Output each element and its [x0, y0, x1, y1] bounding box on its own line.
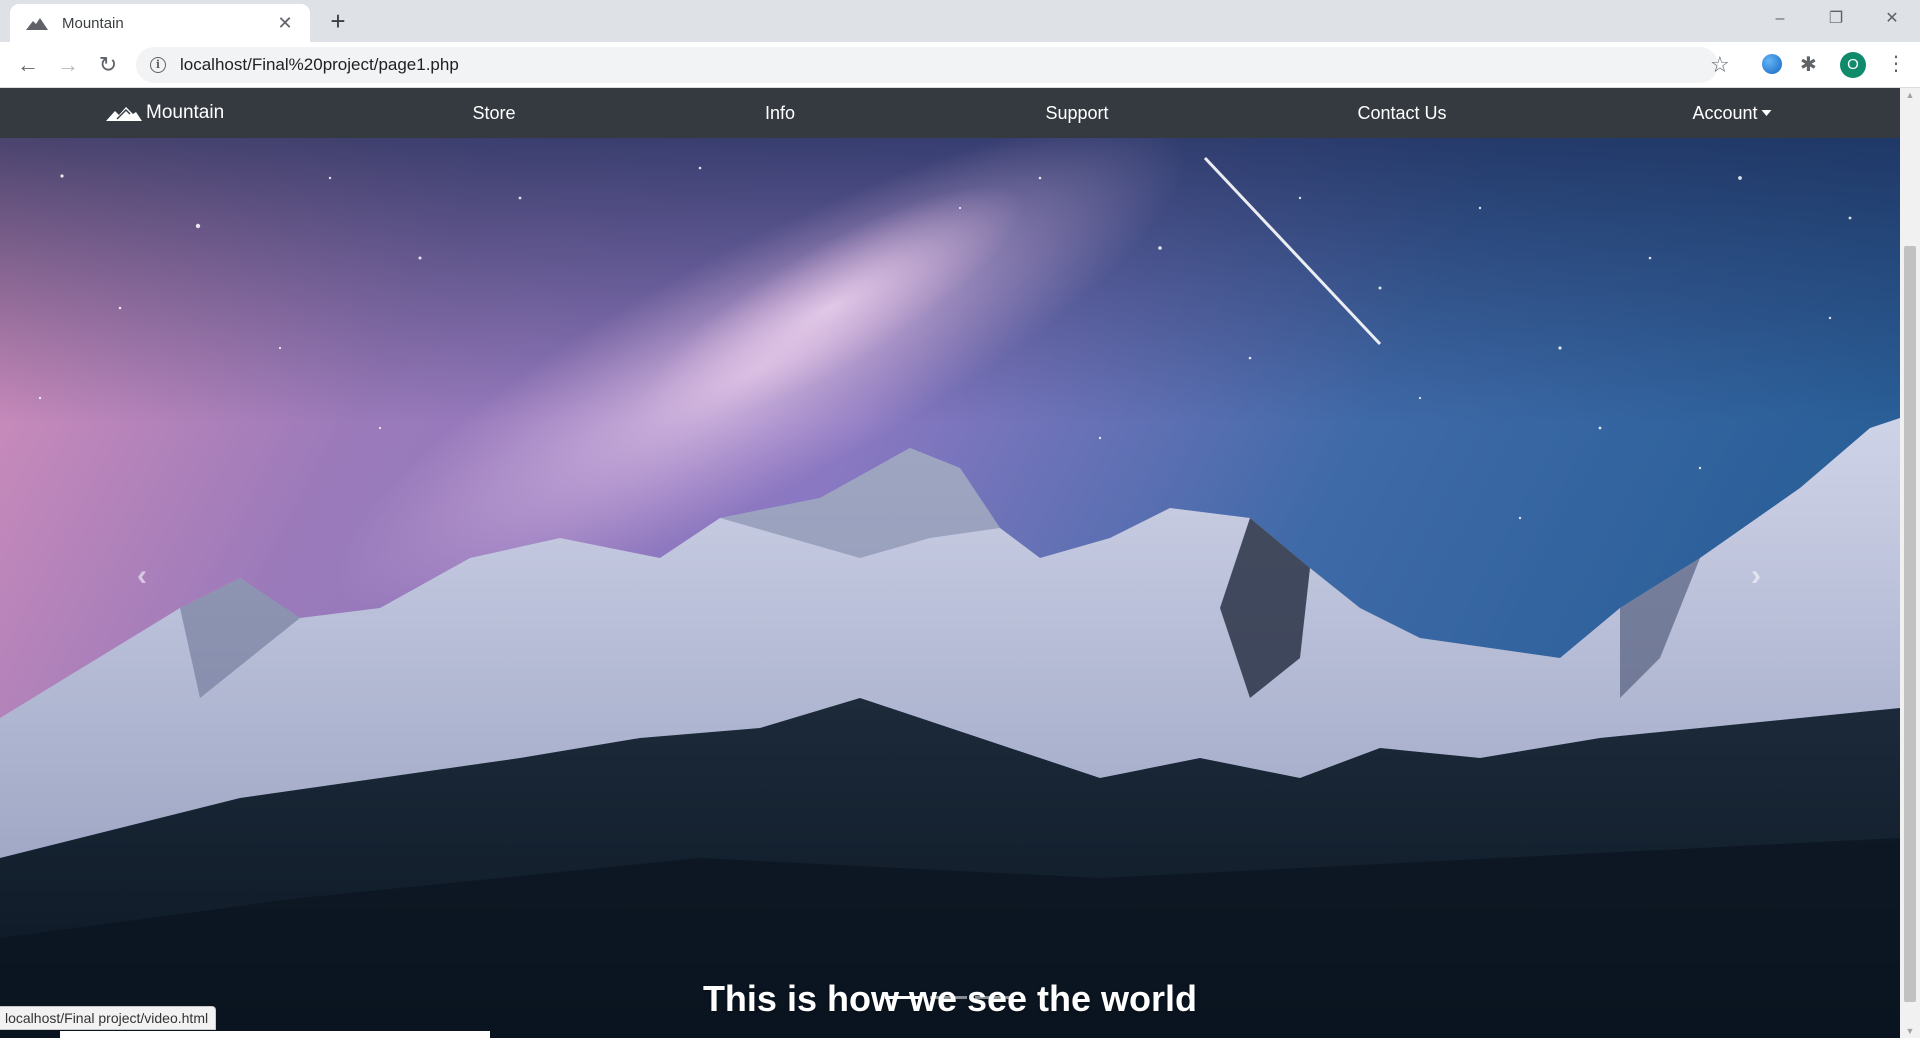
close-window-button[interactable]: ✕ — [1864, 0, 1920, 38]
navbar-brand[interactable]: Mountain — [106, 88, 224, 138]
reload-button[interactable]: ↻ — [92, 49, 124, 81]
link-status-bubble: localhost/Final project/video.html — [0, 1006, 217, 1030]
url-text: localhost/Final%20project/page1.php — [180, 55, 459, 74]
browser-tabstrip: Mountain ✕ + – ❐ ✕ — [0, 0, 1920, 42]
site-navbar: Mountain Store Info Support Contact Us A… — [0, 88, 1900, 138]
mountain-night-sky-image — [0, 138, 1900, 1038]
minimize-button[interactable]: – — [1752, 0, 1808, 38]
forward-button[interactable]: → — [52, 49, 84, 81]
nav-link-contact-us[interactable]: Contact Us — [1357, 88, 1446, 138]
star-icon[interactable]: ☆ — [1710, 53, 1730, 77]
carousel-indicator-2[interactable] — [930, 996, 967, 999]
nav-link-info[interactable]: Info — [765, 88, 795, 138]
scroll-up-arrow-icon[interactable]: ▲ — [1900, 88, 1920, 102]
chevron-left-icon: ‹ — [137, 559, 147, 592]
brand-label: Mountain — [146, 102, 225, 123]
carousel-slide: ‹ › This is how we see the world — [0, 138, 1900, 1038]
nav-link-store[interactable]: Store — [472, 88, 515, 138]
kebab-menu-icon[interactable]: ⋮ — [1886, 50, 1906, 78]
profile-avatar[interactable]: O — [1840, 52, 1866, 78]
reload-icon: ↻ — [98, 52, 118, 77]
carousel-indicators — [885, 996, 1012, 999]
account-label: Account — [1692, 103, 1758, 123]
back-button[interactable]: ← — [12, 49, 44, 81]
address-bar[interactable]: i localhost/Final%20project/page1.php — [136, 47, 1718, 83]
carousel-next-button[interactable]: › — [1736, 556, 1776, 596]
globe-icon[interactable] — [1762, 54, 1782, 74]
mountain-logo-icon — [106, 107, 142, 121]
window-controls: – ❐ ✕ — [1752, 0, 1920, 38]
scroll-down-arrow-icon[interactable]: ▼ — [1900, 1024, 1920, 1038]
nav-link-support[interactable]: Support — [1045, 88, 1108, 138]
puzzle-icon[interactable]: ✱ — [1800, 52, 1817, 77]
carousel-indicator-3[interactable] — [975, 996, 1012, 999]
page-viewport: Mountain Store Info Support Contact Us A… — [0, 88, 1920, 1038]
chevron-right-icon: › — [1751, 559, 1761, 592]
info-icon[interactable]: i — [150, 57, 166, 73]
carousel-caption: This is how we see the world — [702, 978, 1198, 1019]
arrow-left-icon: ← — [17, 52, 39, 77]
arrow-right-icon: → — [57, 52, 79, 77]
page-scrollbar[interactable]: ▲ ▼ — [1900, 88, 1920, 1038]
scrollbar-thumb[interactable] — [1904, 246, 1916, 1002]
mountain-favicon-icon — [26, 18, 48, 30]
carousel-prev-button[interactable]: ‹ — [122, 556, 162, 596]
restore-button[interactable]: ❐ — [1808, 0, 1864, 38]
page-bottom-strip — [60, 1031, 490, 1038]
caret-down-icon — [1761, 110, 1772, 116]
new-tab-button[interactable]: + — [322, 6, 354, 36]
account-dropdown[interactable]: Account — [1692, 88, 1772, 138]
browser-tab[interactable]: Mountain ✕ — [10, 4, 310, 42]
browser-toolbar: ← → ↻ i localhost/Final%20project/page1.… — [0, 42, 1920, 88]
tab-title: Mountain — [62, 14, 124, 32]
carousel-indicator-1[interactable] — [885, 996, 922, 999]
tab-close-icon[interactable]: ✕ — [274, 13, 296, 34]
